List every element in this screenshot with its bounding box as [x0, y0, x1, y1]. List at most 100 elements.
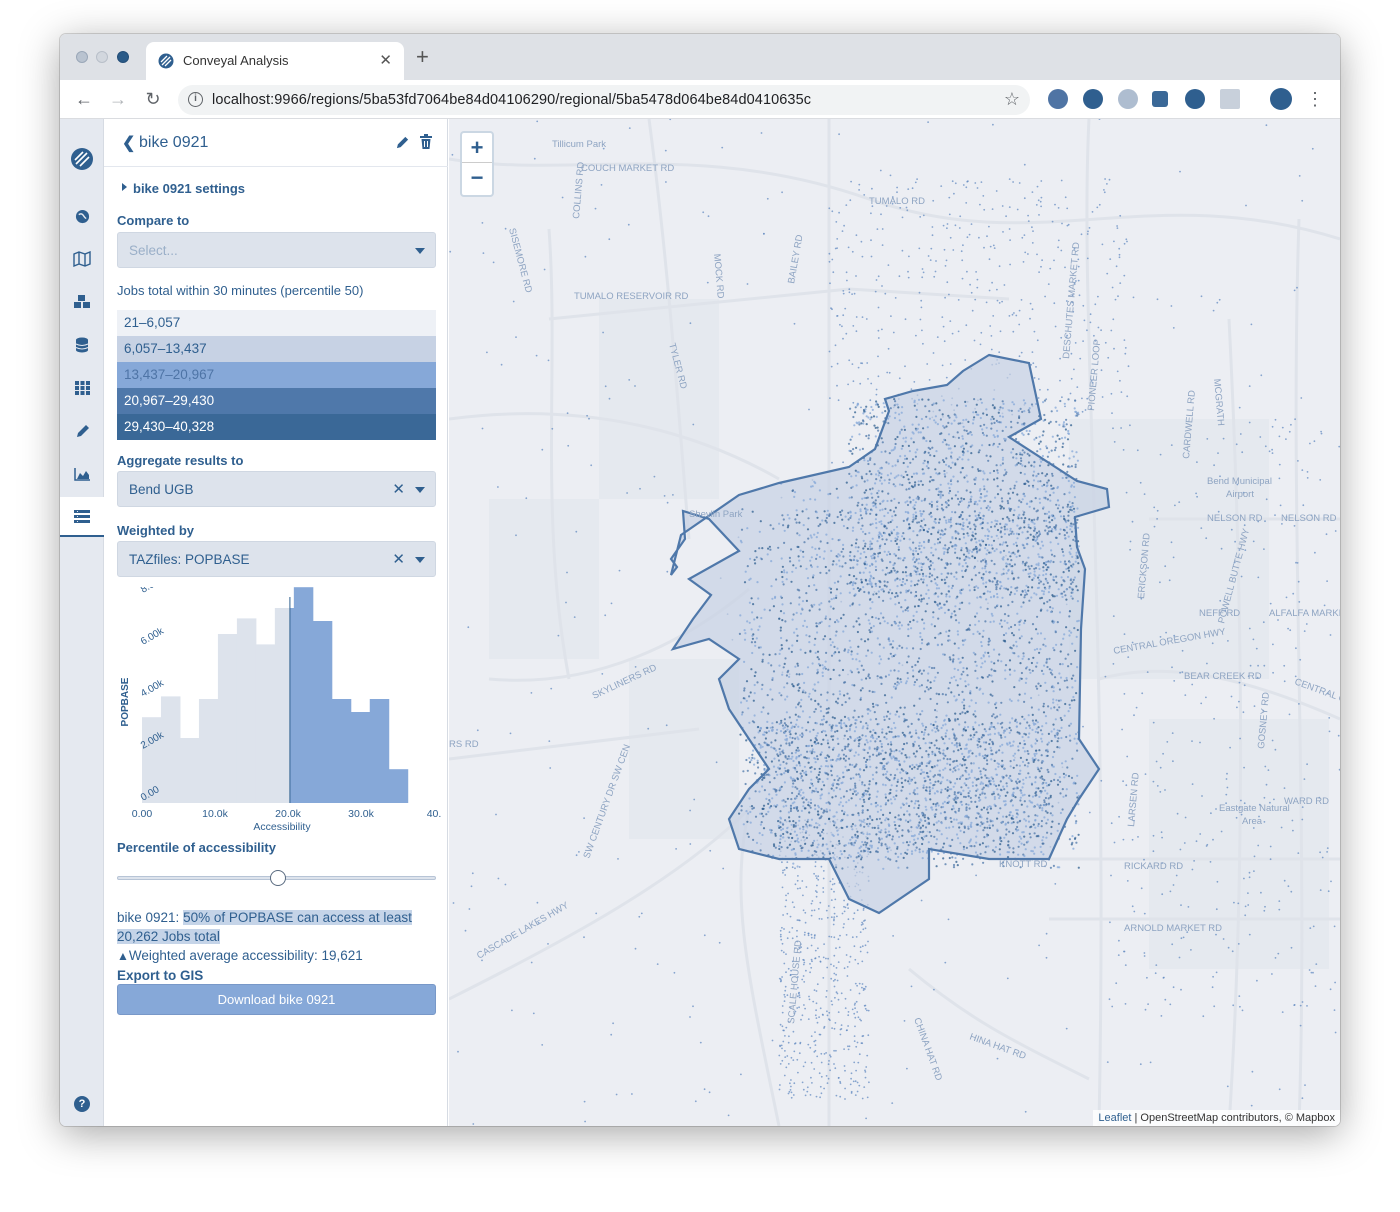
extension-gear-icon[interactable] — [1048, 89, 1068, 109]
access-dot — [793, 495, 796, 498]
aggregate-select[interactable]: Bend UGB ✕ — [117, 471, 436, 507]
percentile-slider-thumb[interactable] — [270, 870, 286, 886]
dropdown-caret-icon[interactable] — [415, 248, 425, 254]
window-zoom-button[interactable] — [117, 51, 129, 63]
access-dot — [986, 478, 989, 481]
extension-pinterest-icon[interactable] — [1185, 89, 1205, 109]
access-dot — [940, 791, 943, 794]
nav-bundles-cubes-icon[interactable] — [60, 282, 104, 322]
population-dot — [1305, 623, 1308, 625]
population-dot — [779, 1063, 782, 1065]
access-dot — [930, 580, 933, 583]
dropdown-caret-icon[interactable] — [415, 557, 425, 563]
nav-regional-analysis-icon[interactable] — [60, 497, 104, 537]
access-dot — [901, 646, 904, 649]
access-dot — [1068, 491, 1071, 494]
population-dot — [481, 222, 484, 224]
nav-edit-pencil-icon[interactable] — [60, 411, 104, 451]
access-dot — [1020, 671, 1024, 675]
dropdown-caret-icon[interactable] — [415, 487, 425, 493]
window-close-button[interactable] — [76, 51, 88, 63]
tab-close-icon[interactable]: ✕ — [379, 51, 392, 69]
population-dot — [803, 959, 805, 961]
window-minimize-button[interactable] — [96, 51, 108, 63]
reload-icon[interactable]: ↻ — [142, 88, 164, 110]
access-dot — [1044, 715, 1047, 718]
access-dot — [1050, 707, 1053, 710]
download-button[interactable]: Download bike 0921 — [117, 984, 436, 1015]
population-dot — [1060, 179, 1063, 182]
access-dot — [853, 424, 856, 427]
access-dot — [1073, 699, 1076, 702]
access-dot — [962, 728, 965, 731]
access-dot — [749, 810, 752, 814]
bookmark-star-icon[interactable]: ☆ — [1004, 89, 1020, 110]
access-dot — [897, 406, 900, 409]
back-chevron-icon[interactable]: ❮ — [122, 133, 135, 153]
nav-database-icon[interactable] — [60, 325, 104, 365]
access-dot — [792, 862, 795, 865]
access-dot — [1056, 740, 1059, 743]
map-view[interactable]: Tillicum Park COUCH MARKET RD TUMALO RD TUM… — [449, 119, 1340, 1126]
nav-map-icon[interactable] — [60, 239, 104, 279]
access-dot — [973, 567, 976, 570]
population-dot — [1054, 883, 1057, 885]
access-dot — [814, 498, 817, 501]
extension-circle-icon[interactable] — [1118, 89, 1138, 109]
population-dot — [865, 1117, 867, 1120]
conveyal-logo-icon[interactable] — [70, 147, 94, 171]
population-dot — [689, 1016, 691, 1018]
profile-avatar[interactable] — [1270, 88, 1292, 110]
map-canvas[interactable]: Tillicum ParkCOUCH MARKET RDTUMALO RDTUM… — [449, 119, 1340, 1126]
nav-regions-globe-icon[interactable] — [60, 196, 104, 236]
clear-x-icon[interactable]: ✕ — [392, 480, 405, 498]
site-info-icon[interactable]: i — [188, 92, 203, 107]
access-dot — [927, 398, 930, 401]
settings-toggle[interactable]: bike 0921 settings — [133, 181, 245, 196]
population-dot — [877, 329, 880, 332]
access-dot — [778, 847, 781, 851]
access-dot — [985, 741, 988, 744]
access-dot — [1064, 436, 1067, 439]
population-dot — [1182, 936, 1185, 939]
access-dot — [839, 592, 842, 595]
nav-area-chart-icon[interactable] — [60, 454, 104, 494]
population-dot — [887, 264, 890, 266]
access-dot — [873, 557, 876, 560]
browser-menu-icon[interactable]: ⋮ — [1304, 88, 1326, 110]
access-dot — [813, 584, 816, 587]
access-dot — [1076, 414, 1079, 417]
settings-caret-icon[interactable] — [122, 183, 127, 191]
tab-conveyal[interactable]: Conveyal Analysis ✕ — [146, 42, 404, 80]
population-dot — [940, 185, 943, 187]
access-dot — [1006, 621, 1009, 624]
access-dot — [1057, 504, 1061, 507]
access-dot — [846, 769, 849, 772]
clear-x-icon[interactable]: ✕ — [392, 550, 405, 568]
access-dot — [747, 707, 750, 710]
population-dot — [1098, 119, 1101, 120]
access-dot — [1026, 452, 1029, 455]
url-bar[interactable]: i localhost:9966/regions/5ba53fd7064be84… — [178, 85, 1030, 115]
extension-c-icon[interactable] — [1220, 89, 1240, 109]
back-arrow-icon[interactable]: ← — [73, 88, 95, 110]
new-tab-button[interactable]: + — [416, 46, 429, 68]
nav-grid-icon[interactable] — [60, 368, 104, 408]
compare-select[interactable]: Select... — [117, 232, 436, 268]
access-dot — [779, 595, 783, 598]
forward-arrow-icon[interactable]: → — [107, 88, 129, 110]
delete-trash-icon[interactable] — [420, 134, 432, 149]
population-dot — [1242, 711, 1245, 714]
access-dot — [825, 720, 828, 723]
access-dot — [915, 763, 918, 767]
access-dot — [954, 551, 957, 554]
extension-eyedropper-icon[interactable] — [1152, 91, 1168, 107]
extension-opera-icon[interactable] — [1083, 89, 1103, 109]
access-dot — [987, 504, 990, 508]
weighted-select[interactable]: TAZfiles: POPBASE ✕ — [117, 541, 436, 577]
help-question-icon[interactable]: ? — [74, 1096, 90, 1112]
edit-pencil-icon[interactable] — [396, 135, 410, 149]
population-dot — [547, 359, 550, 362]
access-dot — [1031, 538, 1035, 541]
access-dot — [977, 586, 980, 589]
